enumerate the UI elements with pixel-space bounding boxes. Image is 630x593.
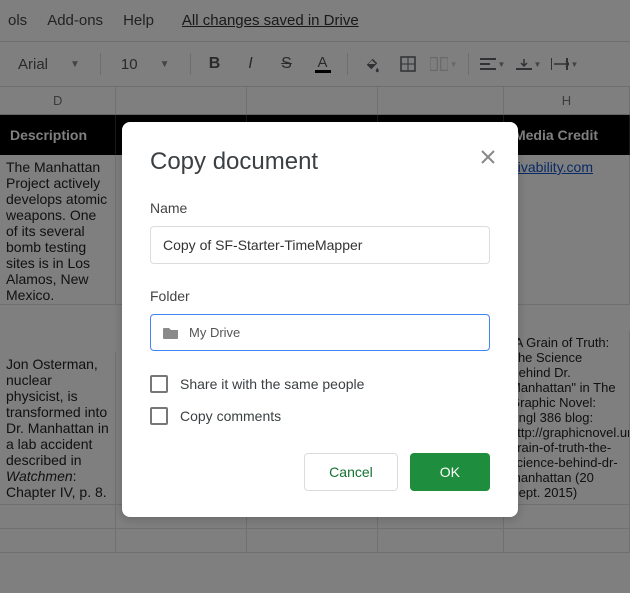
- name-input[interactable]: [150, 226, 490, 264]
- comments-label: Copy comments: [180, 408, 281, 424]
- folder-value: My Drive: [189, 325, 240, 340]
- dialog-title: Copy document: [150, 148, 490, 176]
- close-icon: [480, 149, 496, 165]
- share-checkbox-row[interactable]: Share it with the same people: [150, 375, 490, 393]
- comments-checkbox-row[interactable]: Copy comments: [150, 407, 490, 425]
- dialog-actions: Cancel OK: [150, 453, 490, 491]
- close-button[interactable]: [480, 148, 496, 171]
- copy-document-dialog: Copy document Name Folder My Drive Share…: [122, 122, 518, 517]
- ok-button[interactable]: OK: [410, 453, 490, 491]
- checkbox-icon[interactable]: [150, 375, 168, 393]
- folder-select[interactable]: My Drive: [150, 314, 490, 351]
- share-label: Share it with the same people: [180, 376, 364, 392]
- folder-icon: [163, 326, 179, 339]
- cancel-button[interactable]: Cancel: [304, 453, 398, 491]
- folder-label: Folder: [150, 288, 490, 304]
- name-label: Name: [150, 200, 490, 216]
- checkbox-icon[interactable]: [150, 407, 168, 425]
